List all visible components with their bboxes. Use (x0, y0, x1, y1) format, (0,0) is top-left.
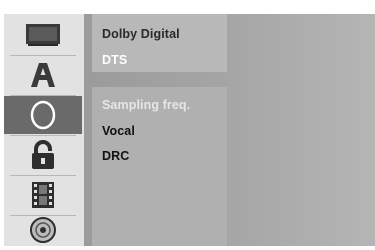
audio-circle-icon (30, 100, 56, 130)
sidebar-item-language[interactable] (4, 56, 82, 94)
menu-item-vocal[interactable]: Vocal (102, 124, 135, 138)
sidebar-item-disc[interactable] (4, 214, 82, 246)
film-strip-icon (32, 182, 54, 208)
menu-item-drc[interactable]: DRC (102, 149, 129, 163)
sidebar-item-audio[interactable] (4, 96, 82, 134)
menu-item-dolby-digital[interactable]: Dolby Digital (102, 27, 180, 41)
display-icon (26, 24, 60, 46)
disc-icon (30, 217, 56, 243)
audio-options-group: Sampling freq. Vocal DRC (92, 87, 227, 246)
sidebar-item-lock[interactable] (4, 136, 82, 174)
menu-item-sampling-freq[interactable]: Sampling freq. (102, 98, 190, 112)
audio-settings-panel: Dolby Digital DTS Sampling freq. Vocal D… (84, 14, 375, 246)
settings-screen: Dolby Digital DTS Sampling freq. Vocal D… (0, 0, 375, 250)
sidebar-item-display[interactable] (4, 16, 82, 54)
audio-format-group: Dolby Digital DTS (92, 14, 227, 72)
category-sidebar (4, 14, 86, 246)
language-letter-icon (31, 63, 55, 87)
padlock-icon (32, 140, 54, 169)
menu-item-dts[interactable]: DTS (102, 53, 127, 67)
sidebar-item-film[interactable] (4, 176, 82, 214)
